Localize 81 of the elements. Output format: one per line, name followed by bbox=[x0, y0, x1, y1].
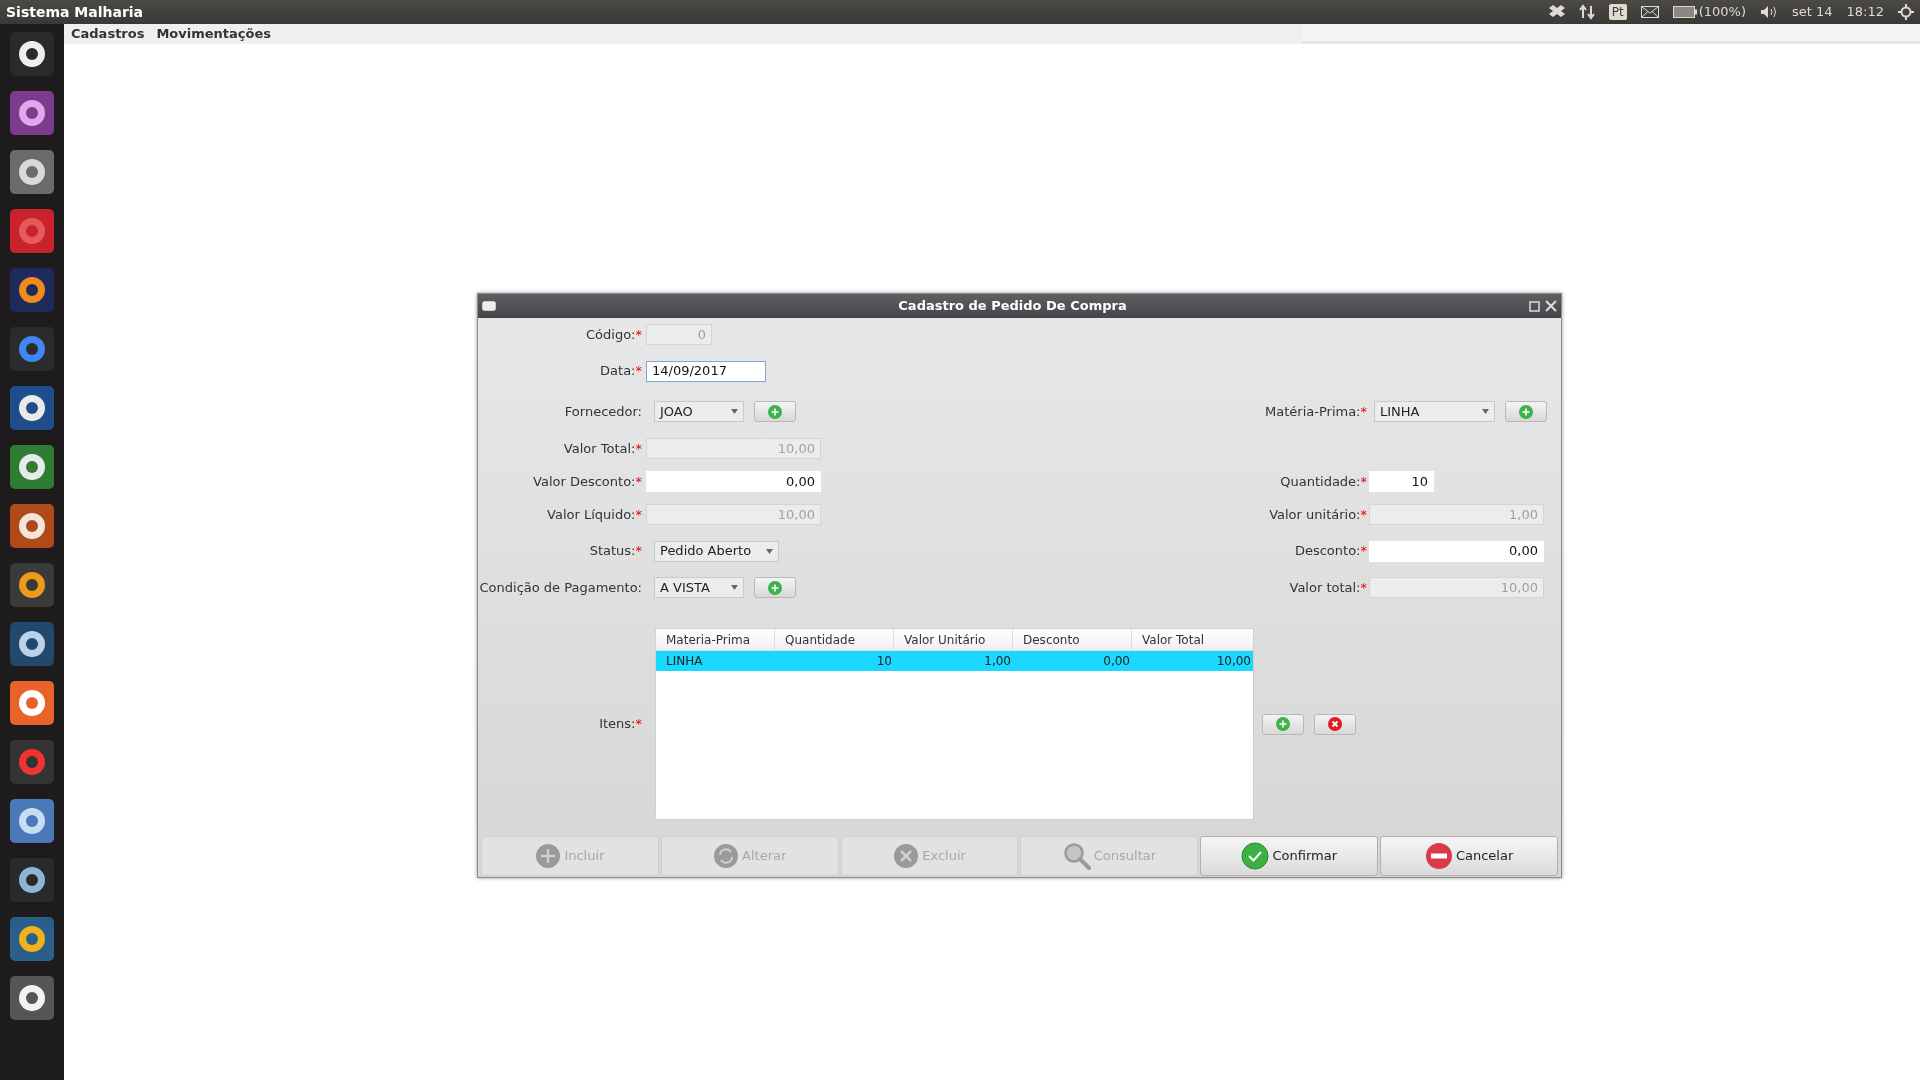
check-icon bbox=[1241, 842, 1270, 870]
action-button[interactable]: Cancelar bbox=[1380, 836, 1558, 876]
input-field[interactable]: 14/09/2017 bbox=[646, 360, 766, 382]
keyboard-indicator[interactable]: Pt bbox=[1608, 4, 1627, 20]
minus-icon bbox=[1424, 842, 1453, 870]
column-header[interactable]: Desconto bbox=[1013, 629, 1132, 650]
battery-icon[interactable] bbox=[1672, 6, 1697, 18]
field-label: Valor unitário:* bbox=[1269, 505, 1367, 524]
field-label: Status:* bbox=[589, 542, 642, 561]
mail-icon[interactable] bbox=[1640, 6, 1659, 18]
launcher-icon[interactable] bbox=[9, 621, 55, 667]
caret-icon bbox=[731, 585, 738, 590]
launcher-icon[interactable] bbox=[9, 562, 55, 608]
field-label: Código:* bbox=[586, 325, 642, 344]
volume-icon[interactable] bbox=[1760, 5, 1778, 19]
field-label: Quantidade:* bbox=[1280, 472, 1367, 491]
date-text[interactable]: set 14 bbox=[1792, 2, 1833, 22]
table-row[interactable]: LINHA 10 1,00 0,00 10,00 bbox=[656, 651, 1253, 671]
launcher-icon[interactable] bbox=[9, 503, 55, 549]
field-label: Matéria-Prima:* bbox=[1265, 402, 1367, 421]
launcher-icon[interactable] bbox=[9, 857, 55, 903]
plus-icon bbox=[768, 404, 782, 419]
refresh-icon bbox=[713, 843, 740, 869]
launcher-icon[interactable] bbox=[9, 916, 55, 962]
dropdown[interactable]: JOAO bbox=[654, 401, 744, 422]
column-header[interactable]: Materia-Prima bbox=[656, 629, 775, 650]
input-field[interactable]: 0,00 bbox=[646, 471, 821, 492]
table-cell-text: 10,00 bbox=[1215, 653, 1252, 670]
field-label: Condição de Pagamento: bbox=[479, 578, 642, 597]
caret-icon bbox=[731, 409, 738, 414]
launcher-icon[interactable] bbox=[9, 975, 55, 1021]
dropdown[interactable]: LINHA bbox=[1374, 401, 1495, 422]
plus-icon bbox=[1276, 717, 1290, 731]
field-label: Valor Desconto:* bbox=[533, 472, 642, 491]
close-icon[interactable] bbox=[1545, 300, 1557, 312]
table-cell-text: 10 bbox=[875, 653, 893, 670]
launcher-icon[interactable] bbox=[9, 267, 55, 313]
network-icon[interactable] bbox=[1578, 4, 1595, 20]
dropdown[interactable]: A VISTA bbox=[654, 577, 744, 598]
power-icon[interactable] bbox=[1898, 4, 1914, 20]
remove-item-button[interactable] bbox=[1314, 713, 1356, 735]
launcher-icon[interactable] bbox=[9, 90, 55, 136]
caret-icon bbox=[1482, 409, 1489, 414]
menu-item[interactable]: Cadastros bbox=[71, 24, 145, 44]
menu-item[interactable]: Movimentações bbox=[156, 24, 272, 44]
plus-icon bbox=[535, 843, 562, 869]
plus-icon bbox=[1519, 404, 1533, 419]
field-label: Fornecedor: bbox=[564, 402, 642, 421]
action-button[interactable]: Confirmar bbox=[1200, 836, 1379, 876]
field-label: Valor Líquido:* bbox=[547, 505, 642, 524]
column-header[interactable]: Valor Total bbox=[1132, 629, 1253, 650]
column-header[interactable]: Valor Unitário bbox=[894, 629, 1013, 650]
launcher-icon[interactable] bbox=[9, 149, 55, 195]
maximize-icon[interactable] bbox=[1529, 300, 1540, 312]
launcher-icon[interactable] bbox=[9, 385, 55, 431]
dropdown[interactable]: Pedido Aberto bbox=[654, 540, 779, 562]
app-title: Sistema Malharia bbox=[6, 2, 144, 22]
field-label: Itens:* bbox=[599, 715, 642, 734]
field-label: Valor Total:* bbox=[563, 439, 642, 458]
table-cell-text: 1,00 bbox=[983, 653, 1012, 670]
column-header[interactable]: Quantidade bbox=[775, 629, 894, 650]
launcher-icon[interactable] bbox=[9, 31, 55, 77]
input-field[interactable]: 10 bbox=[1369, 471, 1434, 492]
table-cell-text: 0,00 bbox=[1102, 653, 1131, 670]
field-label: Data:* bbox=[600, 362, 642, 381]
window-title: Cadastro de Pedido De Compra bbox=[898, 297, 1127, 316]
caret-icon bbox=[766, 548, 773, 554]
close-icon bbox=[893, 843, 920, 869]
remove-icon bbox=[1328, 717, 1342, 731]
launcher-icon[interactable] bbox=[9, 798, 55, 844]
clock-text[interactable]: 18:12 bbox=[1846, 2, 1884, 22]
table-cell-text: LINHA bbox=[665, 653, 704, 670]
search-icon bbox=[1062, 842, 1091, 870]
field-label: Valor total:* bbox=[1289, 578, 1367, 597]
field-label: Desconto:* bbox=[1294, 542, 1367, 561]
window-menu-icon[interactable] bbox=[482, 301, 496, 311]
plus-icon bbox=[768, 580, 782, 595]
launcher-icon[interactable] bbox=[9, 680, 55, 726]
input-field[interactable]: 0,00 bbox=[1369, 540, 1544, 562]
battery-level: (100%) bbox=[1698, 3, 1746, 22]
launcher-icon[interactable] bbox=[9, 444, 55, 490]
